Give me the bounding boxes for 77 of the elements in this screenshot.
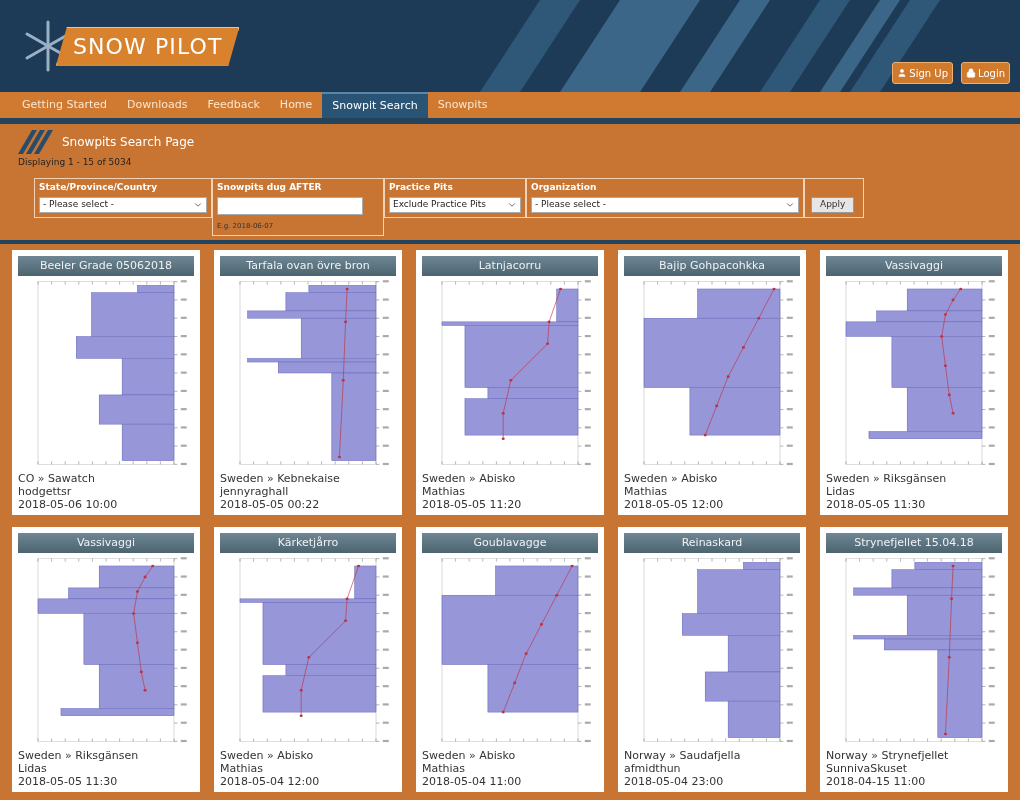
snowpit-card[interactable]: Reinaskard Norway » Saudafjella afmidthun 2018-05-04 23:00 <box>618 527 806 792</box>
snowpit-user: Mathias <box>624 485 669 498</box>
snowpit-card[interactable]: Tarfala ovan övre bron Sweden » Kebnekaise jennyraghall 2018-05-05 00:22 <box>214 250 402 515</box>
snowpit-card[interactable]: Vassivaggi Sweden » Riksgänsen Lidas 2018-05-05 11:30 <box>820 250 1008 515</box>
snowpit-date: 2018-05-04 11:00 <box>422 775 523 788</box>
date-field[interactable] <box>217 197 363 215</box>
snowpit-date: 2018-05-05 11:20 <box>422 498 523 511</box>
snowpit-location: Sweden » Riksgänsen <box>18 749 140 762</box>
snowpit-location: Sweden » Abisko <box>422 749 517 762</box>
apply-button[interactable]: Apply <box>811 196 855 213</box>
snowpit-location: Sweden » Riksgänsen <box>826 472 948 485</box>
snowpit-title[interactable]: Latnjacorru <box>422 256 598 276</box>
snowpit-location: Norway » Saudafjella <box>624 749 742 762</box>
snowpit-location: Sweden » Abisko <box>220 749 315 762</box>
snowpit-date: 2018-05-05 12:00 <box>624 498 725 511</box>
snowpit-title[interactable]: Vassivaggi <box>18 533 194 553</box>
snowpit-date: 2018-05-06 10:00 <box>18 498 119 511</box>
nav-tab[interactable]: Getting Started <box>12 92 118 118</box>
snowpit-user: SunnivaSkuset <box>826 762 908 775</box>
snowpit-user: Mathias <box>422 762 467 775</box>
dropdown-icon <box>507 200 517 210</box>
user-icon <box>897 68 908 78</box>
nav-tab[interactable]: Snowpits <box>427 92 498 118</box>
snowpit-title[interactable]: Goublavagge <box>422 533 598 553</box>
snowpit-title[interactable]: Beeler Grade 05062018 <box>18 256 194 276</box>
dropdown-icon <box>193 200 203 210</box>
snowpit-user: Lidas <box>826 485 856 498</box>
select-field[interactable]: - Please select - <box>39 197 207 213</box>
filter-label: State/Province/Country <box>39 180 159 194</box>
snowpit-title[interactable]: Vassivaggi <box>826 256 1002 276</box>
snowpit-user: Lidas <box>18 762 48 775</box>
snowpit-title[interactable]: Kärketjårro <box>220 533 396 553</box>
nav-tab[interactable]: Home <box>269 92 323 118</box>
select-field[interactable]: Exclude Practice Pits <box>389 197 521 213</box>
snowpit-title[interactable]: Bajip Gohpacohkka <box>624 256 800 276</box>
snowpit-card[interactable]: Bajip Gohpacohkka Sweden » Abisko Mathias 2018-05-05 12:00 <box>618 250 806 515</box>
snowpit-date: 2018-05-04 23:00 <box>624 775 725 788</box>
snowpit-date: 2018-04-15 11:00 <box>826 775 927 788</box>
page-title: Snowpits Search Page <box>62 134 195 151</box>
snowpit-title[interactable]: Strynefjellet 15.04.18 <box>826 533 1002 553</box>
dropdown-icon <box>785 200 795 210</box>
snowpit-user: hodgettsr <box>18 485 73 498</box>
snowpit-user: Mathias <box>422 485 467 498</box>
snowpit-user: afmidthun <box>624 762 682 775</box>
result-count: Displaying 1 - 15 of 5034 <box>18 156 133 169</box>
logo-text: SNOW PILOT <box>56 26 240 66</box>
snowpit-user: Mathias <box>220 762 265 775</box>
snowpit-card[interactable]: Goublavagge Sweden » Abisko Mathias 2018-05-04 11:00 <box>416 527 604 792</box>
select-field[interactable]: - Please select - <box>531 197 799 213</box>
snowpit-date: 2018-05-04 12:00 <box>220 775 321 788</box>
filter-label: Snowpits dug AFTER <box>217 180 323 194</box>
snowpit-card[interactable]: Latnjacorru Sweden » Abisko Mathias 2018-05-05 11:20 <box>416 250 604 515</box>
nav-tab[interactable]: Snowpit Search <box>322 92 428 118</box>
snowpit-location: CO » Sawatch <box>18 472 96 485</box>
snowpit-user: jennyraghall <box>220 485 290 498</box>
snowpit-title[interactable]: Reinaskard <box>624 533 800 553</box>
snowpit-location: Sweden » Kebnekaise <box>220 472 341 485</box>
snowpit-card[interactable]: Beeler Grade 05062018 CO » Sawatch hodgettsr 2018-05-06 10:00 <box>12 250 200 515</box>
header-button[interactable]: Login <box>961 62 1010 84</box>
header-button[interactable]: Sign Up <box>892 62 953 84</box>
snowpit-card[interactable]: Kärketjårro Sweden » Abisko Mathias 2018-05-04 12:00 <box>214 527 402 792</box>
snowpit-title[interactable]: Tarfala ovan övre bron <box>220 256 396 276</box>
snowpit-location: Norway » Strynefjellet <box>826 749 950 762</box>
filter-label: Organization <box>531 180 598 194</box>
snowpit-location: Sweden » Abisko <box>624 472 719 485</box>
snowpit-date: 2018-05-05 11:30 <box>826 498 927 511</box>
snowpit-date: 2018-05-05 00:22 <box>220 498 321 511</box>
nav-tab[interactable]: Downloads <box>117 92 198 118</box>
snowpit-card[interactable]: Vassivaggi Sweden » Riksgänsen Lidas 2018-05-05 11:30 <box>12 527 200 792</box>
nav-tab[interactable]: Feedback <box>197 92 270 118</box>
logo[interactable]: SNOW PILOT <box>20 18 240 74</box>
snowpit-date: 2018-05-05 11:30 <box>18 775 119 788</box>
snowpit-card[interactable]: Strynefjellet 15.04.18 Norway » Strynefjellet SunnivaSkuset 2018-04-15 11:00 <box>820 527 1008 792</box>
snowpit-location: Sweden » Abisko <box>422 472 517 485</box>
stripes-icon <box>18 130 54 154</box>
filter-label: Practice Pits <box>389 180 454 194</box>
lock-icon <box>966 68 976 78</box>
